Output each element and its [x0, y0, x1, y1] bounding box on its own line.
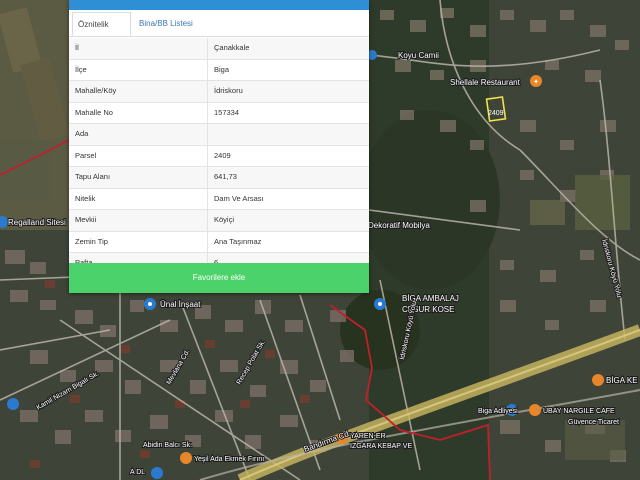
- attribute-table: İl Çanakkale İlçe Biga Mahalle/Köy İdriskor…: [69, 38, 369, 275]
- row-value: 641,73: [214, 172, 237, 181]
- row-key: Mevkii: [75, 215, 97, 224]
- row-key: İlçe: [75, 64, 87, 74]
- label-biga-ke: BİGA KE: [606, 376, 638, 385]
- table-row: Zemin Tip Ana Taşınmaz: [69, 231, 369, 253]
- row-key: Nitelik: [75, 193, 96, 203]
- table-row: Tapu Alanı 641,73: [69, 167, 369, 189]
- label-a-dl: A DL: [130, 469, 145, 476]
- table-row: Ada: [69, 124, 369, 146]
- label-mobilya: Dekoratif Mobilya: [368, 221, 430, 230]
- label-biga-adliyesi: Biga Adliyesi: [478, 408, 518, 415]
- row-value: Biga: [214, 64, 230, 74]
- svg-text:✦: ✦: [533, 78, 539, 86]
- label-izgara: IZGARA KEBAP VE: [350, 443, 412, 450]
- label-yesil-ada: Yeşil Ada Ekmek Fırını: [194, 456, 264, 463]
- table-row: Nitelik Dam Ve Arsası: [69, 188, 369, 210]
- row-key: Tapu Alanı: [75, 172, 111, 181]
- label-restaurant: Shellale Restaurant: [450, 78, 521, 87]
- row-key: İl: [75, 43, 79, 52]
- row-key: Ada: [75, 129, 89, 138]
- parcel-info-panel: Öznitelik Bilgisi Bina/BB Listesi İl Çana…: [69, 0, 369, 293]
- label-abidin: Abidin Balcı Sk.: [143, 442, 192, 449]
- tab-attribute-info[interactable]: Öznitelik Bilgisi: [72, 12, 131, 53]
- restaurant-marker-icon[interactable]: ✦: [530, 75, 542, 87]
- row-value: Dam Ve Arsası: [214, 193, 264, 203]
- row-value: 2409: [214, 150, 231, 160]
- table-row: Mahalle No 157334: [69, 102, 369, 124]
- unal-marker-icon[interactable]: [144, 298, 156, 310]
- left-poi-marker-icon[interactable]: [7, 398, 19, 410]
- panel-header: [69, 0, 369, 10]
- label-unal: Ünal İnşaat: [160, 300, 201, 309]
- table-row: İlçe Biga: [69, 59, 369, 81]
- add-to-favorites-button[interactable]: Favorilere ekle: [69, 263, 369, 293]
- label-ubay: UBAY NARGILE CAFE: [543, 408, 615, 415]
- ambalaj-marker-icon[interactable]: [374, 298, 386, 310]
- bakery-marker-icon[interactable]: [180, 452, 192, 464]
- table-row: İl Çanakkale: [69, 38, 369, 60]
- row-value: Ana Taşınmaz: [214, 236, 262, 246]
- row-key: Mahalle/Köy: [75, 86, 117, 95]
- label-mosque: Koyu Camii: [398, 51, 439, 60]
- label-guvence: Güvence Ticaret: [568, 419, 619, 426]
- cafe-marker-icon[interactable]: [529, 404, 541, 416]
- row-key: Zemin Tip: [75, 236, 108, 246]
- label-parcel-number: 2409: [488, 110, 504, 117]
- panel-tabs: Öznitelik Bilgisi Bina/BB Listesi: [69, 10, 369, 53]
- bottom-poi-marker-icon[interactable]: [151, 467, 163, 479]
- row-value: Çanakkale: [214, 43, 250, 52]
- row-value: İdriskoru: [214, 86, 243, 95]
- row-value: Köyiçi: [214, 215, 235, 224]
- table-row: Parsel 2409: [69, 145, 369, 167]
- label-yaren: YAREN-ER: [350, 433, 386, 440]
- label-regal: Regalland Sitesi: [8, 218, 66, 227]
- biga-ke-marker-icon[interactable]: [592, 374, 604, 386]
- table-row: Mahalle/Köy İdriskoru: [69, 81, 369, 103]
- table-row: Mevkii Köyiçi: [69, 210, 369, 232]
- tab-building-list[interactable]: Bina/BB Listesi: [134, 12, 204, 36]
- row-key: Mahalle No: [75, 107, 113, 117]
- row-key: Parsel: [75, 150, 97, 160]
- row-value: 157334: [214, 107, 240, 117]
